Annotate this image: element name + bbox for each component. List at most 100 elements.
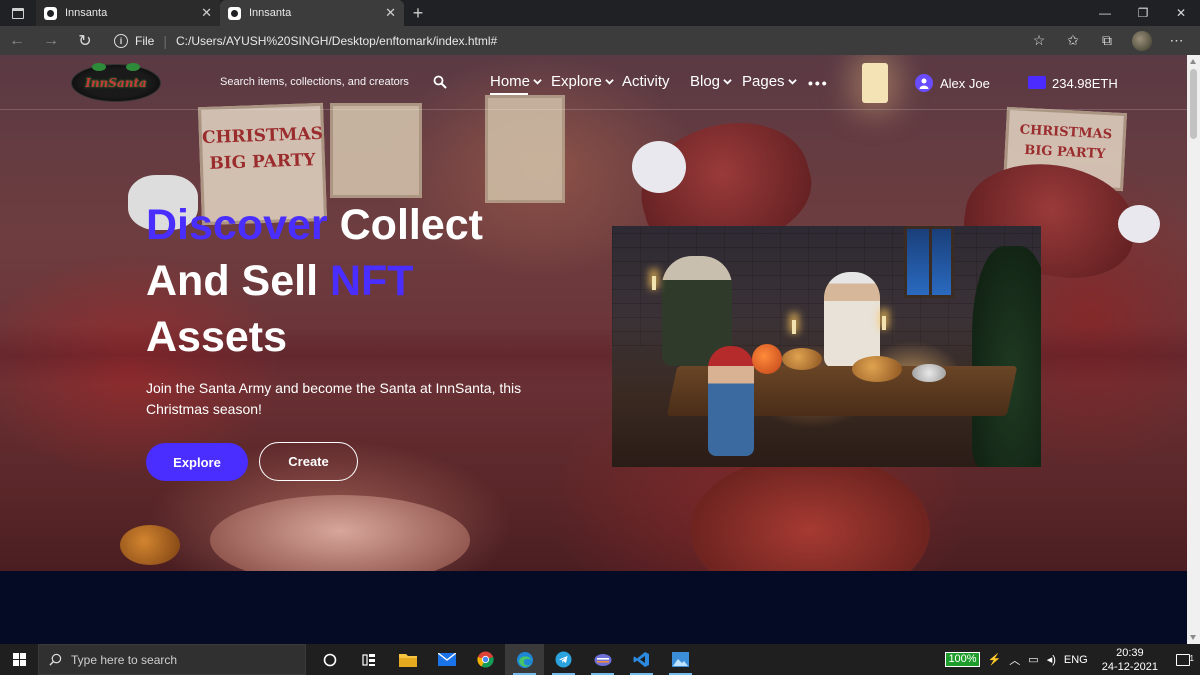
nav-blog-label: Blog: [690, 73, 721, 90]
nav-blog[interactable]: Blog: [690, 73, 732, 90]
cortana-icon[interactable]: [310, 644, 349, 675]
profile-avatar[interactable]: [1132, 30, 1152, 51]
site-logo[interactable]: InnSanta: [71, 63, 161, 102]
browser-tab-2[interactable]: Innsanta ✕: [220, 0, 404, 26]
tab-favicon-icon: [228, 6, 241, 20]
headline-accent-nft: NFT: [329, 257, 414, 305]
nav-home-label: Home: [490, 73, 531, 90]
nav-activity[interactable]: Activity: [622, 73, 670, 90]
wallet-balance[interactable]: 234.98ETH: [1052, 76, 1118, 91]
hero-subtitle: Join the Santa Army and become the Santa…: [146, 380, 522, 417]
minimize-icon[interactable]: —: [1086, 6, 1124, 20]
url-field[interactable]: C:/Users/AYUSH%20SINGH/Desktop/enftomark…: [176, 34, 497, 48]
page-scrollbar[interactable]: [1187, 55, 1200, 644]
taskbar-apps: [310, 644, 700, 675]
tab-close-icon[interactable]: ✕: [201, 5, 212, 21]
wallet-icon[interactable]: [1028, 76, 1046, 89]
hero-bg-poster-3: [485, 95, 565, 203]
nav-pages[interactable]: Pages: [742, 73, 797, 90]
forward-arrow-icon[interactable]: →: [34, 32, 68, 50]
headline-assets: Assets: [146, 313, 288, 361]
notification-center-icon[interactable]: 1: [1166, 653, 1200, 666]
web-page: CHRISTMAS BIG PARTY CHRISTMAS BIG PARTY …: [0, 55, 1187, 644]
info-icon[interactable]: i: [114, 33, 128, 48]
vscode-icon[interactable]: [622, 644, 661, 675]
terminal-icon[interactable]: [583, 644, 622, 675]
scene-candle: [882, 316, 886, 330]
photos-icon[interactable]: [661, 644, 700, 675]
user-avatar-icon[interactable]: [915, 74, 933, 92]
hero-bg-gift-bag-2: [120, 525, 180, 565]
headline-and-sell: And Sell: [146, 257, 330, 305]
back-arrow-icon[interactable]: ←: [0, 32, 34, 50]
language-indicator[interactable]: ENG: [1064, 654, 1088, 666]
power-plug-icon[interactable]: ⚡: [988, 653, 1002, 666]
taskbar-clock[interactable]: 20:39 24-12-2021: [1102, 646, 1158, 674]
restore-icon[interactable]: ❐: [1124, 6, 1162, 20]
telegram-icon[interactable]: [544, 644, 583, 675]
tab-close-icon[interactable]: ✕: [385, 5, 396, 21]
scene-woman: [824, 272, 880, 368]
nav-active-underline: [490, 93, 528, 95]
create-button[interactable]: Create: [259, 442, 358, 481]
hero-bg-lantern: [862, 63, 888, 103]
more-menu-icon[interactable]: •••: [808, 75, 829, 91]
scene-candle: [652, 276, 656, 290]
hero-section: CHRISTMAS BIG PARTY CHRISTMAS BIG PARTY …: [0, 55, 1187, 571]
user-name[interactable]: Alex Joe: [940, 76, 990, 91]
nav-explore[interactable]: Explore: [551, 73, 614, 90]
windows-taskbar: Type here to search 100% ⚡ ︿ ▭ ◂) ENG 20…: [0, 644, 1200, 675]
nav-home[interactable]: Home: [490, 73, 542, 95]
logo-leaf-icon: [126, 63, 140, 71]
start-button[interactable]: [0, 653, 38, 666]
battery-indicator[interactable]: 100%: [945, 652, 980, 667]
taskbar-search-box[interactable]: Type here to search: [38, 644, 306, 675]
next-section-background: [0, 571, 1187, 644]
scene-orange-ball: [752, 344, 782, 374]
task-view-icon[interactable]: [349, 644, 388, 675]
browser-tab-1[interactable]: Innsanta ✕: [36, 0, 220, 26]
nav-pages-label: Pages: [742, 73, 785, 90]
hero-headline: Discover Collect And Sell NFT Assets: [146, 197, 566, 365]
file-explorer-icon[interactable]: [388, 644, 427, 675]
show-hidden-icons-chevron-icon[interactable]: ︿: [1009, 652, 1020, 668]
scene-window: [904, 226, 954, 298]
nav-activity-label: Activity: [622, 73, 670, 90]
tab-actions-icon[interactable]: [0, 0, 36, 26]
reload-icon[interactable]: ↻: [68, 31, 102, 51]
add-favorite-icon[interactable]: ☆: [1030, 32, 1048, 49]
scene-candle: [792, 320, 796, 334]
edge-icon[interactable]: [505, 644, 544, 675]
windows-logo-icon: [12, 653, 26, 666]
tab-title: Innsanta: [65, 7, 108, 19]
url-separator: |: [163, 32, 167, 49]
scrollbar-thumb[interactable]: [1190, 69, 1197, 139]
scroll-down-icon[interactable]: [1190, 635, 1196, 640]
hero-bg-gift-bag: [210, 495, 470, 571]
system-tray: 100% ⚡ ︿ ▭ ◂) ENG 20:39 24-12-2021 1: [945, 646, 1200, 674]
collections-icon[interactable]: ⧉: [1098, 32, 1116, 49]
scene-plate: [912, 364, 946, 382]
browser-tab-bar: Innsanta ✕ Innsanta ✕ + — ❐ ✕: [0, 0, 1200, 26]
tab-favicon-icon: [44, 6, 57, 20]
scene-food: [852, 356, 902, 382]
explore-button[interactable]: Explore: [146, 443, 248, 481]
chrome-icon[interactable]: [466, 644, 505, 675]
scroll-up-icon[interactable]: [1190, 59, 1196, 64]
chevron-down-icon: [787, 79, 797, 85]
new-tab-icon[interactable]: +: [404, 0, 432, 26]
hero-bg-poster-2: [330, 103, 422, 198]
hero-bg-hat-pom: [632, 141, 686, 193]
close-window-icon[interactable]: ✕: [1162, 6, 1200, 20]
favorites-icon[interactable]: ✩: [1064, 32, 1082, 49]
search-input[interactable]: Search items, collections, and creators: [220, 76, 409, 88]
search-icon[interactable]: [433, 75, 447, 89]
battery-icon[interactable]: ▭: [1028, 653, 1038, 666]
logo-leaf-icon: [92, 63, 106, 71]
scene-food: [782, 348, 822, 370]
volume-icon[interactable]: ◂): [1047, 653, 1056, 666]
clock-date: 24-12-2021: [1101, 660, 1158, 673]
settings-more-icon[interactable]: ⋯: [1168, 32, 1186, 49]
window-controls: — ❐ ✕: [1086, 0, 1200, 26]
mail-icon[interactable]: [427, 644, 466, 675]
